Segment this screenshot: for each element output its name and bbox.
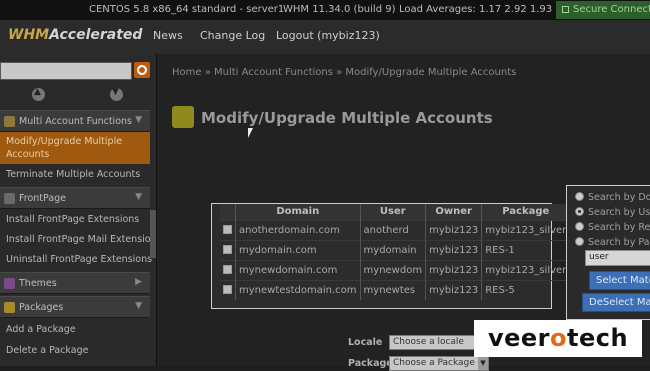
cell-package: RES-1 — [481, 239, 571, 260]
package-select[interactable]: Choose a Package ▼ — [389, 356, 489, 371]
cell-domain: anotherdomain.com — [235, 219, 361, 240]
select-match-button[interactable]: Select Match — [589, 271, 650, 290]
multi-account-icon — [4, 116, 15, 127]
sidebar-section-themes[interactable]: Themes ▶ — [0, 272, 150, 294]
radio-search-user[interactable]: Search by Us — [575, 207, 650, 218]
sidebar-search-input[interactable] — [0, 62, 132, 80]
secure-connection-badge: Secure Connection — [556, 1, 650, 19]
row-checkbox[interactable] — [223, 245, 232, 254]
cell-user: mydomain — [360, 239, 427, 260]
column-domain[interactable]: Domain — [235, 204, 361, 220]
cell-domain: mydomain.com — [235, 239, 361, 260]
cell-package: mybiz123_silver — [481, 219, 571, 240]
mouse-cursor-icon — [248, 128, 253, 138]
column-user[interactable]: User — [360, 204, 427, 220]
sidebar-section-packages[interactable]: Packages ▼ — [0, 296, 150, 318]
sidebar: ▲ ▼ Multi Account Functions ▼ Modify/Upg… — [0, 54, 162, 366]
cell-domain: mynewtestdomain.com — [235, 279, 361, 300]
breadcrumb[interactable]: Home » Multi Account Functions » Modify/… — [172, 67, 516, 78]
deselect-match-button[interactable]: DeSelect Mat — [582, 293, 650, 312]
column-owner[interactable]: Owner — [425, 204, 483, 220]
sidebar-section-multi-account[interactable]: Multi Account Functions ▼ — [0, 110, 150, 132]
modify-accounts-icon — [172, 106, 194, 128]
cell-user: mynewdom — [360, 259, 427, 280]
radio-search-package[interactable]: Search by Pa — [575, 237, 649, 248]
sidebar-item-add-package[interactable]: Add a Package — [0, 320, 150, 340]
whm-version: WHM 11.34.0 (build 9) — [283, 4, 396, 15]
radio-button[interactable] — [575, 222, 584, 231]
lock-icon — [562, 6, 569, 13]
row-checkbox[interactable] — [223, 225, 232, 234]
nav-change-log[interactable]: Change Log — [200, 29, 265, 42]
expand-up-icon[interactable]: ▲ — [32, 87, 45, 101]
sidebar-item-fp-mail[interactable]: Install FrontPage Mail Extensions — [0, 230, 162, 250]
page-title: Modify/Upgrade Multiple Accounts — [201, 109, 493, 127]
main-navbar: WHMAccelerated News Change Log Logout (m… — [0, 20, 650, 54]
cell-user: anotherd — [360, 219, 427, 240]
sidebar-item-delete-package[interactable]: Delete a Package — [0, 341, 150, 361]
radio-button[interactable] — [575, 237, 584, 246]
whm-logo[interactable]: WHMAccelerated — [8, 27, 142, 43]
frontpage-icon — [4, 193, 15, 204]
radio-button-selected[interactable] — [575, 207, 584, 216]
search-icon[interactable] — [134, 62, 150, 78]
cell-owner: mybiz123 — [425, 219, 483, 240]
sidebar-item-fp-install[interactable]: Install FrontPage Extensions — [0, 210, 150, 230]
row-checkbox[interactable] — [223, 285, 232, 295]
cell-owner: mybiz123 — [425, 259, 483, 280]
radio-search-reseller[interactable]: Search by Re — [575, 222, 650, 233]
cell-owner: mybiz123 — [425, 239, 483, 260]
sidebar-arrows: ▲ ▼ — [0, 86, 157, 104]
load-averages: Load Averages: 1.17 2.92 1.93 — [399, 4, 553, 15]
nav-logout[interactable]: Logout (mybiz123) — [276, 29, 380, 42]
server-info: CENTOS 5.8 x86_64 standard - server1 — [89, 4, 285, 15]
top-status-bar: CENTOS 5.8 x86_64 standard - server1 WHM… — [0, 0, 650, 20]
table-header-row: Domain User Owner Package — [220, 204, 571, 220]
sidebar-item-fp-uninstall[interactable]: Uninstall FrontPage Extensions — [0, 250, 152, 270]
chevron-down-icon: ▼ — [135, 301, 142, 311]
sidebar-section-frontpage[interactable]: FrontPage ▼ — [0, 187, 150, 209]
column-package[interactable]: Package — [481, 204, 571, 220]
sidebar-item-modify-upgrade[interactable]: Modify/Upgrade Multiple Accounts — [0, 132, 150, 164]
themes-icon — [4, 278, 15, 289]
table-row: anotherdomain.com anotherd mybiz123 mybi… — [220, 219, 571, 240]
cell-domain: mynewdomain.com — [235, 259, 361, 280]
cell-owner: mybiz123 — [425, 279, 483, 300]
accounts-table-container: Domain User Owner Package anotherdomain.… — [211, 203, 571, 309]
search-match-panel: Search by Do Search by Us Search by Re S… — [566, 185, 650, 320]
cell-package: RES-5 — [481, 279, 571, 300]
radio-search-domain[interactable]: Search by Do — [575, 192, 650, 203]
locale-label: Locale — [348, 337, 383, 348]
cell-user: mynewtes — [360, 279, 427, 300]
match-search-input[interactable]: user — [585, 250, 650, 266]
cell-package: mybiz123_silver — [481, 259, 571, 280]
table-row: mynewtestdomain.com mynewtes mybiz123 RE… — [220, 279, 571, 300]
veerotech-watermark-logo: veerotech — [474, 320, 642, 357]
accounts-table: Domain User Owner Package anotherdomain.… — [220, 204, 571, 300]
row-checkbox[interactable] — [223, 265, 232, 274]
radio-button[interactable] — [575, 192, 584, 201]
package-label: Package — [348, 358, 393, 369]
table-row: mynewdomain.com mynewdom mybiz123 mybiz1… — [220, 259, 571, 280]
chevron-down-icon: ▼ — [135, 192, 142, 202]
sidebar-item-terminate[interactable]: Terminate Multiple Accounts — [0, 165, 150, 185]
expand-down-icon[interactable]: ▼ — [110, 87, 123, 101]
select-column-header — [220, 204, 236, 220]
sidebar-scrollbar[interactable] — [150, 210, 156, 258]
chevron-right-icon: ▶ — [135, 277, 142, 287]
table-row: mydomain.com mydomain mybiz123 RES-1 — [220, 239, 571, 260]
packages-icon — [4, 302, 15, 313]
nav-news[interactable]: News — [153, 29, 183, 42]
chevron-down-icon: ▼ — [135, 115, 142, 125]
chevron-down-icon: ▼ — [478, 357, 488, 370]
